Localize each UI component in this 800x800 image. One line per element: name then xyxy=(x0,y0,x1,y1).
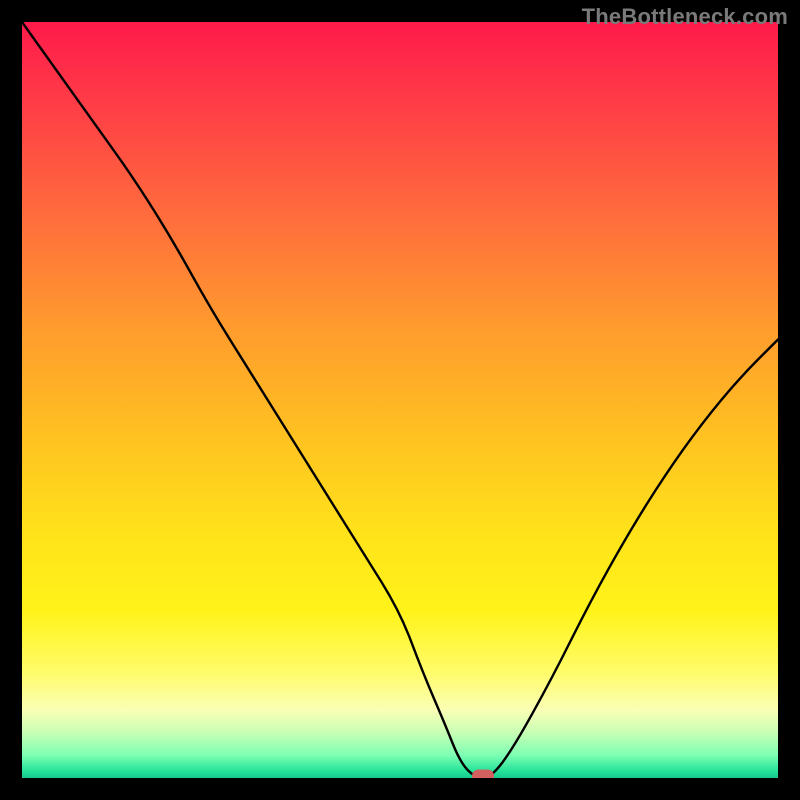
watermark-text: TheBottleneck.com xyxy=(582,4,788,30)
bottleneck-curve xyxy=(22,22,778,778)
chart-frame: TheBottleneck.com xyxy=(0,0,800,800)
optimal-marker xyxy=(472,770,494,779)
plot-area xyxy=(22,22,778,778)
